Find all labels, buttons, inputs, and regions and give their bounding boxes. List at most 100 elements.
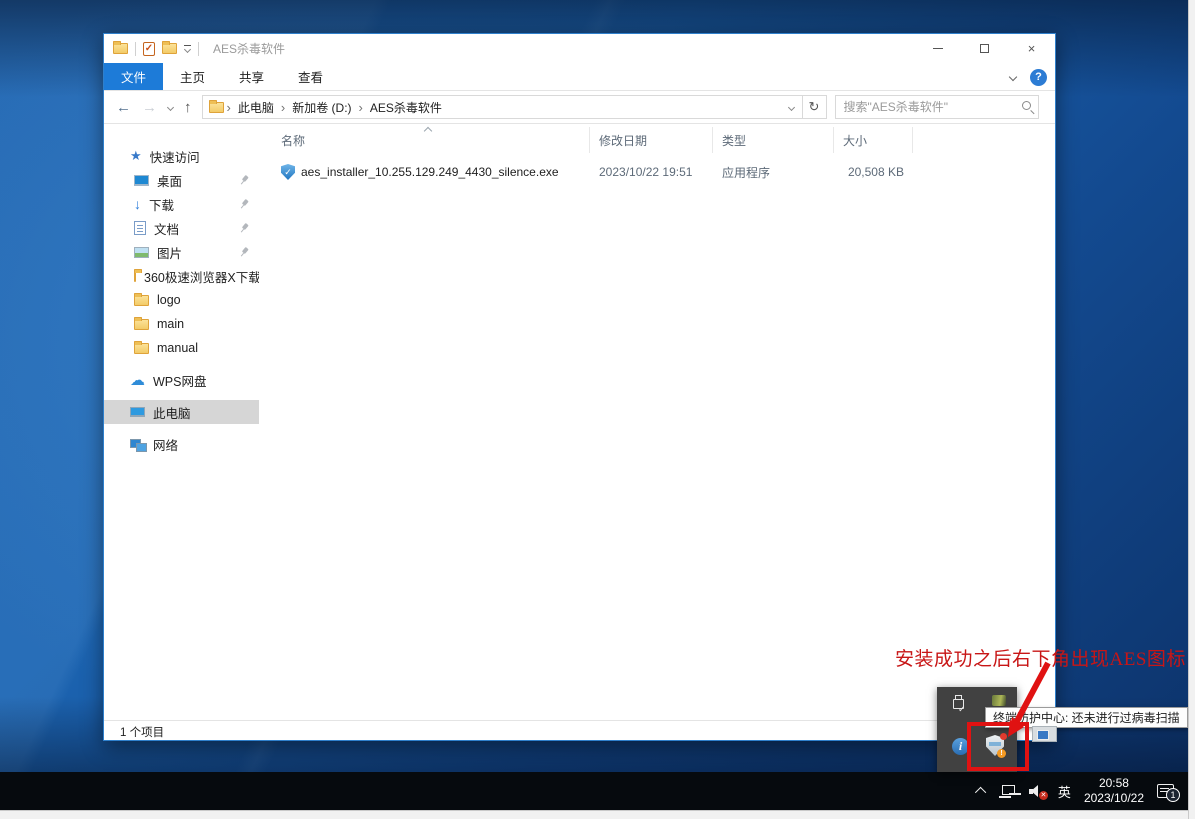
sidebar-item-main[interactable]: main xyxy=(104,312,259,336)
download-icon: ↓ xyxy=(134,197,141,211)
folder-icon xyxy=(134,271,136,282)
sidebar-item-manual[interactable]: manual xyxy=(104,336,259,360)
status-bar: 1 个项目 xyxy=(104,720,1055,742)
folder-icon xyxy=(134,343,149,354)
column-header-date[interactable]: 修改日期 xyxy=(590,127,713,153)
tab-file[interactable]: 文件 xyxy=(104,63,163,90)
search-input[interactable] xyxy=(836,100,1012,114)
sidebar-label: 此电脑 xyxy=(153,403,191,422)
screen: ✓ AES杀毒软件 × 文件 主页 共享 查看 xyxy=(0,0,1195,819)
sidebar-label: 桌面 xyxy=(157,171,182,190)
folder-icon xyxy=(134,319,149,330)
file-name: aes_installer_10.255.129.249_4430_silenc… xyxy=(301,165,559,179)
sidebar-item-wps-cloud[interactable]: ☁ WPS网盘 xyxy=(104,368,259,392)
breadcrumb-this-pc[interactable]: 此电脑 xyxy=(234,99,278,116)
sidebar-label: 下载 xyxy=(149,195,174,214)
pin-icon xyxy=(237,245,251,259)
show-hidden-icons-chevron[interactable] xyxy=(975,787,986,798)
file-type: 应用程序 xyxy=(713,164,834,181)
desktop-icon xyxy=(134,175,149,186)
network-icon xyxy=(130,439,145,450)
sidebar-item-logo[interactable]: logo xyxy=(104,288,259,312)
sidebar-item-documents[interactable]: 文档 xyxy=(104,216,259,240)
breadcrumb-drive-d[interactable]: 新加卷 (D:) xyxy=(288,99,355,116)
divider xyxy=(198,42,199,56)
tab-view[interactable]: 查看 xyxy=(281,63,340,90)
back-button[interactable]: ← xyxy=(116,100,131,115)
clock-date: 2023/10/22 xyxy=(1084,791,1144,806)
sidebar-label: manual xyxy=(157,341,198,355)
window-folder-icon xyxy=(113,43,128,54)
customize-qat-dropdown-icon[interactable] xyxy=(184,45,191,52)
expand-ribbon-icon[interactable] xyxy=(1009,73,1017,81)
crumb-separator: › xyxy=(224,100,234,115)
column-header-type[interactable]: 类型 xyxy=(713,127,834,153)
address-bar: ← → ↑ › 此电脑 › 新加卷 (D:) › AES杀毒软件 ↻ xyxy=(104,91,1055,124)
help-icon[interactable]: ? xyxy=(1030,69,1047,86)
file-date: 2023/10/22 19:51 xyxy=(590,165,713,179)
forward-button[interactable]: → xyxy=(142,100,157,115)
crumb-separator: › xyxy=(278,100,288,115)
sidebar-item-downloads[interactable]: ↓ 下载 xyxy=(104,192,259,216)
sidebar-label: WPS网盘 xyxy=(153,371,206,390)
sidebar-label: 文档 xyxy=(154,219,179,238)
address-dropdown-icon[interactable] xyxy=(787,104,794,111)
system-tray: ✕ 英 20:58 2023/10/22 1 xyxy=(978,772,1174,810)
document-icon xyxy=(134,221,146,235)
window-title: AES杀毒软件 xyxy=(213,40,285,57)
crumb-separator: › xyxy=(356,100,366,115)
sidebar-item-network[interactable]: 网络 xyxy=(104,432,259,456)
sidebar-item-quick-access[interactable]: ★ 快速访问 xyxy=(104,144,259,168)
sidebar-label: 网络 xyxy=(153,435,178,454)
usb-tray-icon[interactable]: ✓ xyxy=(953,695,965,712)
properties-icon[interactable]: ✓ xyxy=(143,42,155,56)
location-folder-icon xyxy=(209,102,224,113)
sidebar-label: 快速访问 xyxy=(150,147,200,166)
pin-icon xyxy=(237,197,251,211)
close-button[interactable]: × xyxy=(1008,34,1055,63)
language-indicator[interactable]: 英 xyxy=(1058,782,1071,801)
item-count: 1 个项目 xyxy=(120,724,164,740)
volume-muted-icon[interactable]: ✕ xyxy=(1029,785,1045,798)
tab-home[interactable]: 主页 xyxy=(163,63,222,90)
search-box[interactable] xyxy=(835,95,1039,119)
sidebar-item-pictures[interactable]: 图片 xyxy=(104,240,259,264)
network-tray-icon[interactable] xyxy=(999,785,1016,798)
breadcrumb-current-folder[interactable]: AES杀毒软件 xyxy=(366,99,446,116)
recent-locations-icon[interactable] xyxy=(167,103,174,110)
ribbon-tab-bar: 文件 主页 共享 查看 ? xyxy=(104,63,1055,91)
file-row[interactable]: ✓ aes_installer_10.255.129.249_4430_sile… xyxy=(259,161,919,183)
maximize-button[interactable] xyxy=(961,34,1008,63)
sidebar-label: main xyxy=(157,317,184,331)
sidebar-item-desktop[interactable]: 桌面 xyxy=(104,168,259,192)
divider xyxy=(135,42,136,56)
new-folder-icon[interactable] xyxy=(162,43,177,54)
frame-edge xyxy=(1188,0,1195,819)
installer-shield-icon: ✓ xyxy=(281,164,295,180)
annotation-arrow xyxy=(990,655,1060,750)
pictures-icon xyxy=(134,247,149,258)
notification-badge: 1 xyxy=(1166,788,1180,802)
folder-icon xyxy=(134,295,149,306)
pin-icon xyxy=(237,221,251,235)
column-header-size[interactable]: 大小 xyxy=(834,127,913,153)
computer-icon xyxy=(130,407,145,417)
title-bar: ✓ AES杀毒软件 × xyxy=(104,34,1055,63)
star-icon: ★ xyxy=(130,148,142,164)
clock[interactable]: 20:58 2023/10/22 xyxy=(1084,776,1144,806)
up-button[interactable]: ↑ xyxy=(184,100,192,115)
taskbar[interactable]: ✕ 英 20:58 2023/10/22 1 xyxy=(0,772,1188,810)
file-size: 20,508 KB xyxy=(834,165,913,179)
navigation-pane: ★ 快速访问 桌面 ↓ 下载 文档 xyxy=(104,124,259,720)
quick-access-toolbar: ✓ AES杀毒软件 xyxy=(104,40,285,57)
search-icon xyxy=(1022,101,1031,110)
sidebar-label: 360极速浏览器X下载 xyxy=(144,267,259,286)
refresh-button[interactable]: ↻ xyxy=(803,95,827,119)
sidebar-item-this-pc[interactable]: 此电脑 xyxy=(104,400,259,424)
tab-share[interactable]: 共享 xyxy=(222,63,281,90)
file-list: 名称 修改日期 类型 大小 ✓ aes_installer_10.255.129… xyxy=(259,124,1055,720)
action-center-icon[interactable]: 1 xyxy=(1157,784,1174,798)
breadcrumb[interactable]: › 此电脑 › 新加卷 (D:) › AES杀毒软件 xyxy=(202,95,803,119)
minimize-button[interactable] xyxy=(914,34,961,63)
sidebar-item-360-download[interactable]: 360极速浏览器X下载 xyxy=(104,264,259,288)
